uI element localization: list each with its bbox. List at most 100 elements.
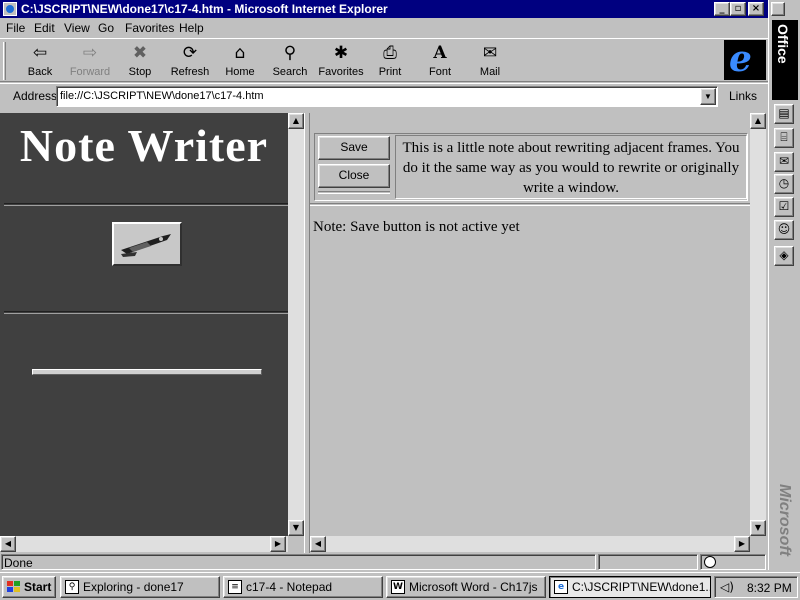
system-tray: ◁) 8:32 PM [714,576,798,598]
zone-pane [700,554,766,570]
empty-text-field[interactable] [32,369,262,375]
status-pane [598,554,698,570]
forward-label: Forward [69,66,111,78]
fountain-pen-icon [121,234,171,257]
start-label: Start [24,580,52,594]
contact-card-icon[interactable]: ☺ [774,220,794,240]
menu-favorites[interactable]: Favorites [125,21,174,35]
status-bar: Done [0,553,768,571]
pen-image [112,222,182,266]
menu-bar: File Edit View Go Favorites Help [0,18,768,38]
menu-file[interactable]: File [6,21,25,35]
forward-arrow-icon: ⇨ [82,43,98,63]
page-title: Note Writer [19,120,269,171]
speaker-icon[interactable]: ◁) [720,580,734,594]
horizontal-rule [310,203,750,206]
minimize-button[interactable]: _ [714,2,730,16]
appointment-clock-icon[interactable]: ◷ [774,174,794,194]
home-button[interactable]: ⌂ Home [215,41,265,81]
office-button[interactable]: Office [772,20,798,100]
home-icon: ⌂ [234,43,246,63]
ie-logo-icon: e [729,38,752,80]
envelope-icon[interactable]: ✉ [774,152,794,172]
office-label: Office [775,24,791,64]
left-vertical-scrollbar[interactable]: ▲ ▼ [288,113,304,536]
scroll-right-button[interactable]: ▶ [734,536,750,552]
scroll-down-button[interactable]: ▼ [750,520,766,536]
horizontal-rule [4,203,288,206]
menu-edit[interactable]: Edit [34,21,55,35]
address-value: file://C:\JSCRIPT\NEW\done17\c17-4.htm [60,90,264,102]
home-label: Home [225,66,255,78]
start-button[interactable]: Start [2,576,56,598]
scroll-right-button[interactable]: ▶ [270,536,286,552]
microsoft-label: Microsoft [776,484,793,556]
mail-icon: ✉ [482,43,498,63]
status-note: Note: Save button is not active yet [313,219,520,235]
favorites-label: Favorites [318,66,364,78]
scroll-down-button[interactable]: ▼ [288,520,304,536]
task-label: C:\JSCRIPT\NEW\done1... [572,580,711,594]
task-exploring[interactable]: ⚲ Exploring - done17 [60,576,220,598]
office-shortcut-bar: Office ▤ ⌸ ✉ ◷ ☑ ☺ ◈ Microsoft [768,0,800,570]
scroll-up-button[interactable]: ▲ [288,113,304,129]
scroll-up-button[interactable]: ▲ [750,113,766,129]
right-frame: Save Close This is a little note about r… [310,113,750,536]
print-button[interactable]: ⎙ Print [365,41,415,81]
task-notepad[interactable]: ≡ c17-4 - Notepad [223,576,383,598]
open-folder-icon[interactable]: ⌸ [774,128,794,148]
favorites-button[interactable]: ✱ Favorites [314,41,368,81]
right-vertical-scrollbar[interactable]: ▲ ▼ [750,113,766,536]
left-frame: Note Writer [0,113,288,536]
maximize-button[interactable]: ▫ [730,2,746,16]
menu-view[interactable]: View [64,21,90,35]
print-label: Print [378,66,402,78]
save-button[interactable]: Save [318,136,390,160]
back-button[interactable]: ⇦ Back [15,41,65,81]
scroll-left-button[interactable]: ◀ [0,536,16,552]
mail-button[interactable]: ✉ Mail [465,41,515,81]
task-label: Exploring - done17 [83,580,184,594]
clock[interactable]: 8:32 PM [747,581,792,595]
close-frame-button[interactable]: Close [318,164,390,188]
stop-icon: ✖ [132,43,148,63]
address-bar: Address file://C:\JSCRIPT\NEW\done17\c17… [0,83,768,109]
address-label: Address [13,89,58,103]
status-text: Done [4,556,33,570]
task-internet-explorer[interactable]: e C:\JSCRIPT\NEW\done1... [549,576,711,598]
window-title: C:\JSCRIPT\NEW\done17\c17-4.htm - Micros… [21,2,388,16]
stop-button[interactable]: ✖ Stop [115,41,165,81]
links-button[interactable]: Links [729,89,757,103]
address-dropdown-button[interactable]: ▼ [700,88,716,105]
journal-book-icon[interactable]: ◈ [774,246,794,266]
stop-label: Stop [128,66,152,78]
office-bar-menu-icon[interactable] [771,2,785,16]
title-bar[interactable]: C:\JSCRIPT\NEW\done17\c17-4.htm - Micros… [0,0,768,18]
forward-button[interactable]: ⇨ Forward [65,41,115,81]
search-button[interactable]: ⚲ Search [265,41,315,81]
left-horizontal-scrollbar[interactable]: ◀ ▶ [0,536,304,552]
scroll-left-button[interactable]: ◀ [310,536,326,552]
toolbar: ⇦ Back ⇨ Forward ✖ Stop ⟳ Refresh ⌂ Home… [0,38,768,82]
ie-window-icon[interactable] [3,2,17,16]
menu-help[interactable]: Help [179,21,204,35]
scroll-corner [750,536,768,552]
mail-label: Mail [479,66,501,78]
refresh-label: Refresh [170,66,210,78]
close-button[interactable]: × [748,2,764,16]
address-input[interactable]: file://C:\JSCRIPT\NEW\done17\c17-4.htm ▼ [56,86,718,107]
toolbar-grip[interactable] [3,42,6,80]
refresh-icon: ⟳ [182,43,198,63]
status-text-pane: Done [1,554,596,570]
note-table: Save Close This is a little note about r… [314,133,748,201]
font-button[interactable]: A Font [415,41,465,81]
refresh-button[interactable]: ⟳ Refresh [165,41,215,81]
task-word[interactable]: W Microsoft Word - Ch17js [386,576,546,598]
menu-go[interactable]: Go [98,21,114,35]
new-document-icon[interactable]: ▤ [774,104,794,124]
right-horizontal-scrollbar[interactable]: ◀ ▶ [310,536,768,552]
task-check-icon[interactable]: ☑ [774,197,794,217]
word-icon: W [391,580,405,594]
search-label: Search [272,66,308,78]
notepad-icon: ≡ [228,580,242,594]
